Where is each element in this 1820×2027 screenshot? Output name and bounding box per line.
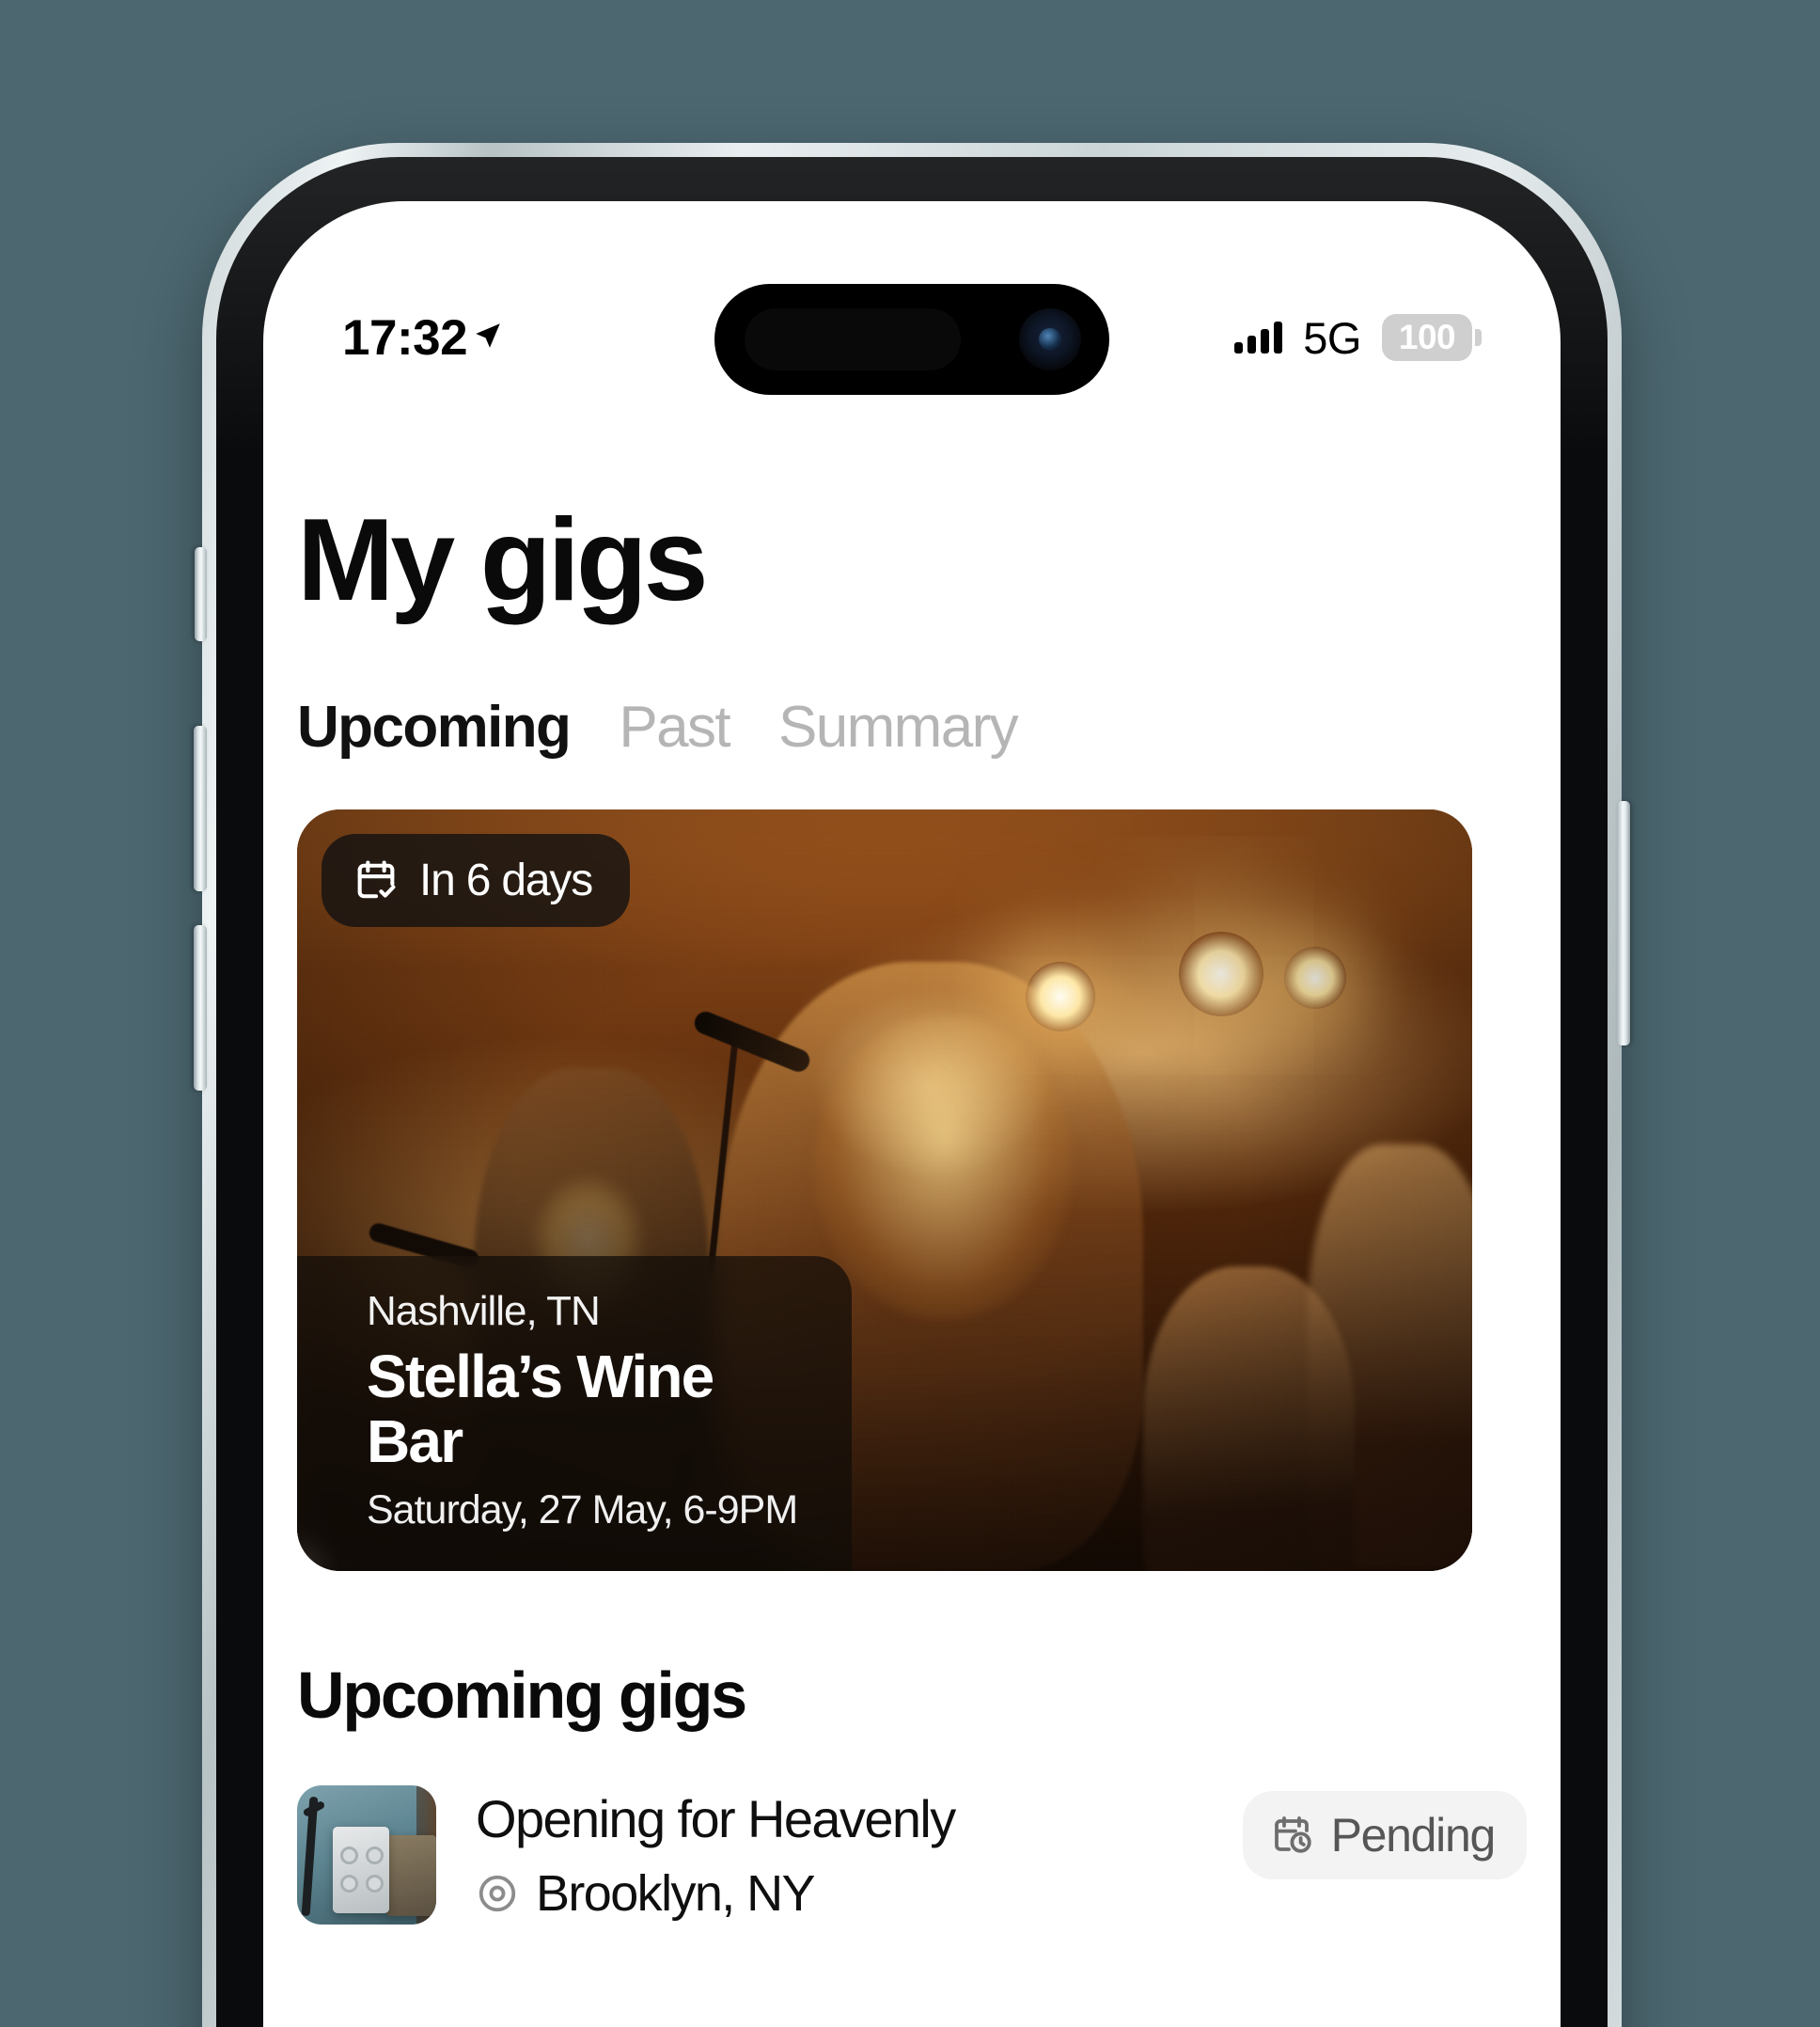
phone-device-frame: 17:32 5G 100 My gigs Upcoming Past Summa… — [194, 143, 1630, 2027]
status-badge: Pending — [1242, 1791, 1527, 1879]
battery-indicator: 100 — [1382, 314, 1482, 361]
calendar-check-icon — [352, 856, 400, 905]
status-bar-clock: 17:32 — [342, 309, 468, 366]
gig-row-text: Opening for Heavenly Brooklyn, NY — [476, 1788, 1203, 1923]
gig-title: Opening for Heavenly — [476, 1788, 956, 1848]
battery-body: 100 — [1382, 314, 1472, 361]
dynamic-island[interactable] — [714, 284, 1109, 395]
status-badge-label: Pending — [1330, 1809, 1497, 1862]
app-content: My gigs Upcoming Past Summary In 6 days … — [263, 201, 1561, 2027]
featured-gig-datetime: Saturday, 27 May, 6-9PM — [367, 1487, 798, 1532]
gig-thumbnail — [297, 1785, 436, 1925]
tab-upcoming[interactable]: Upcoming — [297, 694, 572, 761]
status-bar-left: 17:32 — [342, 309, 504, 367]
cellular-signal-bars-icon — [1234, 322, 1283, 354]
location-arrow-icon — [472, 320, 504, 352]
network-type-label: 5G — [1303, 312, 1361, 363]
power-button[interactable] — [1617, 801, 1630, 1045]
gig-location: Brooklyn, NY — [476, 1864, 1203, 1923]
tab-summary[interactable]: Summary — [778, 694, 1019, 761]
action-button[interactable] — [195, 547, 207, 641]
status-bar-right: 5G 100 — [1234, 312, 1482, 364]
gig-location-label: Brooklyn, NY — [536, 1864, 816, 1922]
volume-up-button[interactable] — [194, 726, 207, 891]
screenshot-canvas: 17:32 5G 100 My gigs Upcoming Past Summa… — [0, 0, 1820, 2027]
dynamic-island-pill — [745, 308, 961, 370]
featured-gig-info-panel: Nashville, TN Stella’s Wine Bar Saturday… — [297, 1255, 852, 1571]
featured-gig-card[interactable]: In 6 days Nashville, TN Stella’s Wine Ba… — [297, 809, 1472, 1571]
upcoming-gigs-heading: Upcoming gigs — [297, 1658, 747, 1732]
phone-screen: 17:32 5G 100 My gigs Upcoming Past Summa… — [263, 201, 1561, 2027]
list-item[interactable]: Opening for Heavenly Brooklyn, NY Pendin… — [297, 1785, 1527, 1925]
featured-gig-city: Nashville, TN — [367, 1287, 601, 1334]
tab-past[interactable]: Past — [619, 694, 730, 761]
countdown-badge: In 6 days — [322, 834, 630, 927]
battery-tip — [1475, 329, 1482, 346]
featured-gig-venue: Stella’s Wine Bar — [367, 1342, 714, 1475]
page-title: My gigs — [297, 495, 709, 625]
volume-down-button[interactable] — [194, 925, 207, 1091]
location-pin-icon — [476, 1872, 519, 1915]
countdown-label: In 6 days — [419, 856, 593, 905]
calendar-clock-icon — [1269, 1813, 1314, 1858]
tab-bar: Upcoming Past Summary — [297, 694, 1527, 761]
battery-percent-label: 100 — [1398, 318, 1456, 356]
front-camera-icon — [1019, 308, 1081, 370]
